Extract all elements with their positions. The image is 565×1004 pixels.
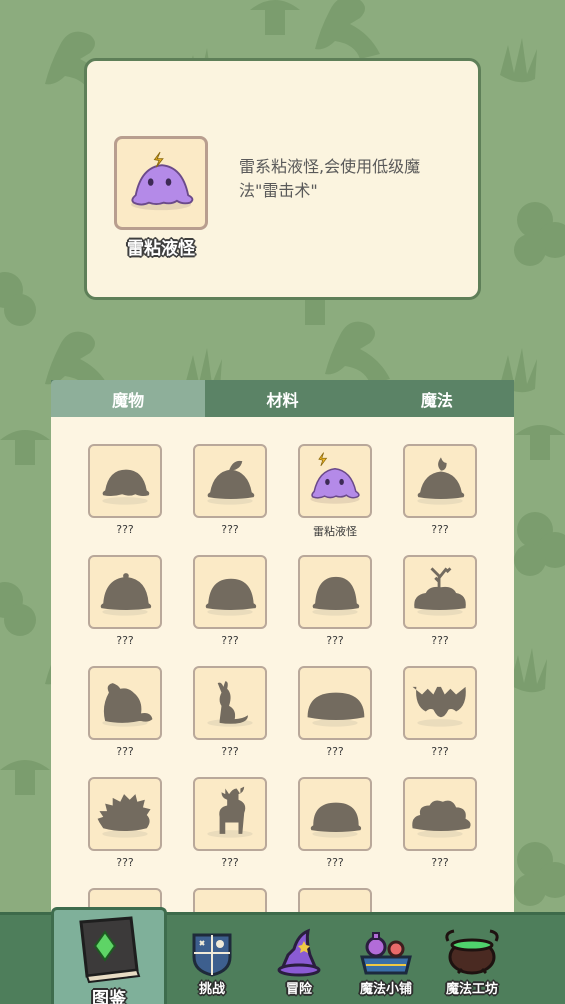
monster-grid-panel: ?????? 雷粘液怪??????????????????????????????… xyxy=(51,417,514,917)
monster-cell-frame xyxy=(193,444,267,518)
nav-magic-shop[interactable]: 魔法小铺 xyxy=(350,915,422,1004)
monster-cell[interactable]: ??? xyxy=(88,444,162,544)
purple-slime-lightning-icon xyxy=(131,151,194,211)
monster-cell[interactable]: ??? xyxy=(298,777,372,877)
bat-silhouette-icon xyxy=(412,686,466,727)
monster-cell-label: ??? xyxy=(116,634,134,647)
monster-cell-label: ??? xyxy=(326,634,344,647)
monster-cell-frame xyxy=(298,555,372,629)
monster-detail-card: 雷粘液怪 雷系粘液怪,会使用低级魔法"雷击术" xyxy=(84,58,481,300)
cauldron-icon xyxy=(445,929,499,975)
monster-cell-frame xyxy=(193,777,267,851)
monster-cell[interactable]: ??? xyxy=(403,666,477,766)
monster-cell-frame xyxy=(298,777,372,851)
monster-cell-frame xyxy=(88,777,162,851)
monster-cell[interactable]: ??? xyxy=(403,777,477,877)
flat-mound-silhouette-icon xyxy=(307,692,365,727)
monster-cell[interactable]: 雷粘液怪 xyxy=(298,444,372,544)
monster-cell-label: ??? xyxy=(326,856,344,869)
monster-cell-frame xyxy=(88,666,162,740)
monster-cell-label: ??? xyxy=(431,745,449,758)
bottom-nav: 图鉴 挑战 冒险 魔法小铺 魔法工坊 xyxy=(0,907,565,1004)
nav-label: 图鉴 xyxy=(92,989,126,1004)
detail-monster-name: 雷粘液怪 xyxy=(127,239,195,259)
hedgehog-silhouette-icon xyxy=(97,794,151,838)
cloud-mound-silhouette-icon xyxy=(412,800,471,838)
blob-silhouette-icon xyxy=(310,802,362,838)
monster-cell[interactable]: ??? xyxy=(298,555,372,655)
tab-magic[interactable]: 魔法 xyxy=(360,380,514,417)
round-slime-silhouette-icon xyxy=(312,576,360,616)
monster-cell[interactable]: ??? xyxy=(403,555,477,655)
slime-silhouette-icon xyxy=(102,469,150,505)
monster-cell-label: ??? xyxy=(221,634,239,647)
beast-silhouette-icon xyxy=(102,683,153,727)
monster-cell-frame xyxy=(403,666,477,740)
monster-cell[interactable]: ??? xyxy=(193,666,267,766)
monster-cell-label: ??? xyxy=(431,634,449,647)
shield-icon xyxy=(192,933,232,977)
detail-portrait xyxy=(114,136,208,230)
nav-label: 冒险 xyxy=(285,982,312,997)
monster-cell-label: ??? xyxy=(221,745,239,758)
monster-cell-frame xyxy=(298,666,372,740)
monster-cell-frame xyxy=(403,555,477,629)
leaf-slime-silhouette-icon xyxy=(207,460,255,505)
tab-materials[interactable]: 材料 xyxy=(205,380,359,417)
nav-adventure[interactable]: 冒险 xyxy=(264,915,334,1004)
potion-shop-icon xyxy=(360,932,412,975)
monster-cell-frame xyxy=(403,777,477,851)
nav-encyclopedia[interactable]: 图鉴 xyxy=(51,907,167,1004)
monster-cell-label: ??? xyxy=(116,856,134,869)
monster-cell-label: ??? xyxy=(221,856,239,869)
nav-label: 魔法工坊 xyxy=(445,982,498,997)
nav-magic-workshop[interactable]: 魔法工坊 xyxy=(436,915,508,1004)
monster-cell-label: ??? xyxy=(116,523,134,536)
monster-cell-label: 雷粘液怪 xyxy=(313,525,357,538)
monster-cell-label: ??? xyxy=(326,745,344,758)
nav-label: 挑战 xyxy=(198,982,225,997)
monster-cell[interactable]: ??? xyxy=(193,444,267,544)
dome-slime-silhouette-icon xyxy=(205,578,257,616)
book-icon xyxy=(79,916,141,984)
nav-label: 魔法小铺 xyxy=(359,982,412,997)
monster-cell-frame xyxy=(88,444,162,518)
monster-cell[interactable]: ??? xyxy=(193,555,267,655)
kangaroo-silhouette-icon xyxy=(207,681,253,727)
monster-grid: ?????? 雷粘液怪??????????????????????????????… xyxy=(88,444,477,917)
category-tabs: 魔物 材料 魔法 xyxy=(51,380,514,417)
monster-cell-frame xyxy=(193,555,267,629)
monster-cell-frame xyxy=(193,666,267,740)
monster-cell-frame xyxy=(298,444,372,518)
monster-cell[interactable]: ??? xyxy=(298,666,372,766)
monster-cell[interactable]: ??? xyxy=(88,666,162,766)
bell-slime-silhouette-icon xyxy=(100,573,152,616)
monster-cell[interactable]: ??? xyxy=(88,777,162,877)
tree-mound-silhouette-icon xyxy=(414,567,466,616)
tab-monsters[interactable]: 魔物 xyxy=(51,380,206,417)
detail-description: 雷系粘液怪,会使用低级魔法"雷击术" xyxy=(239,157,421,200)
monster-cell-frame xyxy=(88,555,162,629)
monster-cell[interactable]: ??? xyxy=(403,444,477,544)
monster-cell[interactable]: ??? xyxy=(88,555,162,655)
monster-cell-frame xyxy=(403,444,477,518)
monster-cell-label: ??? xyxy=(431,523,449,536)
fire-slime-silhouette-icon xyxy=(417,457,465,505)
monster-cell-label: ??? xyxy=(431,856,449,869)
deer-silhouette-icon xyxy=(207,786,253,838)
purple-slime-lightning-icon xyxy=(310,452,360,504)
wizard-hat-icon xyxy=(277,928,321,977)
monster-cell-label: ??? xyxy=(221,523,239,536)
monster-cell-label: ??? xyxy=(116,745,134,758)
nav-challenge[interactable]: 挑战 xyxy=(178,915,246,1004)
monster-cell[interactable]: ??? xyxy=(193,777,267,877)
